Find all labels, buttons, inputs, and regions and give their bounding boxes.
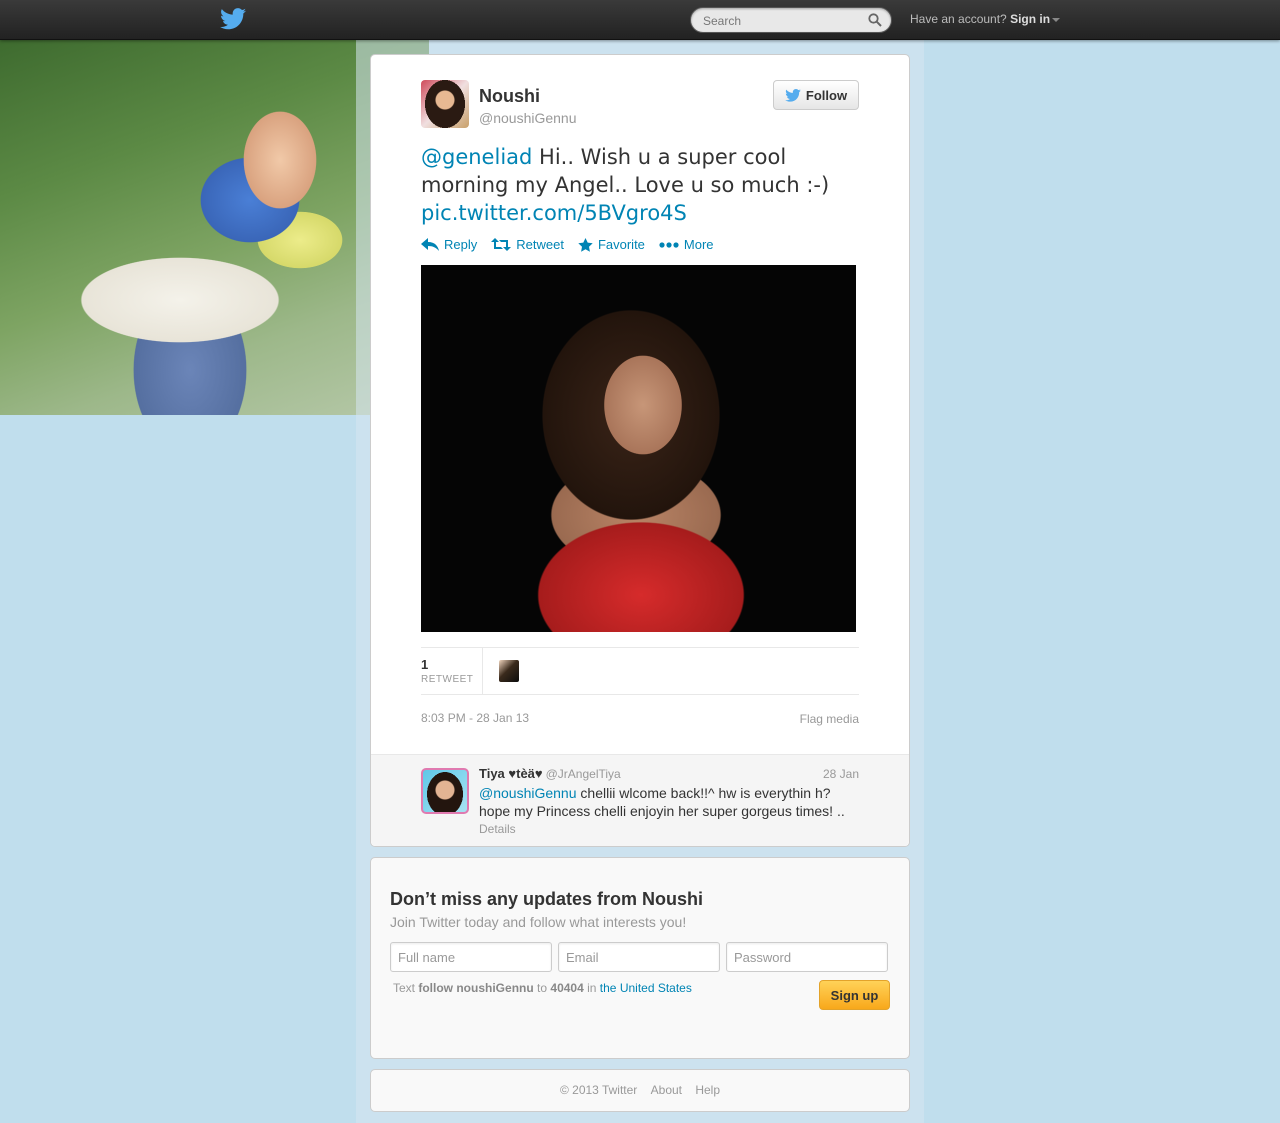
account-prompt: Have an account? Sign in <box>910 12 1061 26</box>
retweet-count-label: RETWEET <box>421 674 474 685</box>
sms-text: Text <box>393 981 416 995</box>
reply-author-avatar[interactable] <box>421 768 469 814</box>
signup-title: Don’t miss any updates from Noushi <box>390 889 704 909</box>
about-link[interactable]: About <box>651 1083 682 1097</box>
twitter-bird-icon[interactable] <box>220 8 246 30</box>
retweet-icon <box>491 238 512 251</box>
reply-author[interactable]: Tiya ♥tèä♥ @JrAngelTiya <box>479 766 621 781</box>
more-dots-icon <box>659 241 679 248</box>
more-label: More <box>683 237 714 252</box>
tweet-actions: Reply Retweet Favorite More <box>421 237 714 252</box>
follow-button[interactable]: Follow <box>773 80 859 110</box>
reply-details-link[interactable]: Details <box>479 822 516 836</box>
flag-media-link[interactable]: Flag media <box>800 712 859 726</box>
sms-number: 40404 <box>550 981 584 995</box>
reply-tweet: Tiya ♥tèä♥ @JrAngelTiya 28 Jan @noushiGen… <box>371 754 909 846</box>
reply-author-name[interactable]: Tiya ♥tèä♥ <box>479 766 543 781</box>
signup-subtitle: Join Twitter today and follow what inter… <box>390 914 687 930</box>
fullname-field[interactable] <box>390 942 552 972</box>
tweet-timestamp: 8:03 PM - 28 Jan 13 <box>421 711 530 725</box>
reply-date[interactable]: 28 Jan <box>823 767 859 781</box>
author-name[interactable]: Noushi <box>479 86 540 107</box>
reply-mention-link[interactable]: @noushiGennu <box>479 785 577 801</box>
retweeter-avatar[interactable] <box>499 660 519 682</box>
tweet-stats: 1 RETWEET <box>421 647 859 695</box>
chevron-down-icon[interactable] <box>1052 17 1061 22</box>
twitter-bird-icon <box>785 88 801 102</box>
reply-author-handle[interactable]: @JrAngelTiya <box>546 767 621 781</box>
media-link[interactable]: pic.twitter.com/5BVgro4S <box>421 201 687 225</box>
search-input[interactable] <box>703 12 863 29</box>
stats-divider <box>482 648 483 694</box>
reply-label: Reply <box>444 237 478 252</box>
sms-follow-text: Text follow noushiGennu to 40404 in the … <box>393 981 692 995</box>
follow-button-label: Follow <box>805 87 848 103</box>
more-action[interactable]: More <box>659 237 714 252</box>
footer-card: © 2013 Twitter About Help <box>370 1069 910 1112</box>
favorite-action[interactable]: Favorite <box>578 237 645 252</box>
sms-to: to <box>537 981 548 995</box>
signup-button[interactable]: Sign up <box>819 980 890 1010</box>
sms-command: follow noushiGennu <box>418 981 534 995</box>
tweet-media-photo[interactable] <box>421 265 856 632</box>
mention-link[interactable]: @geneliad <box>421 145 532 169</box>
top-navigation-bar: Have an account? Sign in <box>0 0 1280 40</box>
reply-icon <box>421 238 439 251</box>
help-link[interactable]: Help <box>695 1083 720 1097</box>
permalink-tweet-card: Noushi @noushiGennu Follow @geneliad Hi.… <box>370 54 910 847</box>
reply-text: @noushiGennu chellii wlcome back!!^ hw i… <box>479 784 859 820</box>
star-icon <box>578 237 593 252</box>
reply-action[interactable]: Reply <box>421 237 477 252</box>
favorite-label: Favorite <box>597 237 645 252</box>
retweet-count[interactable]: 1 <box>421 657 428 672</box>
author-handle[interactable]: @noushiGennu <box>479 110 577 126</box>
sms-country-link[interactable]: the United States <box>600 981 692 995</box>
password-field[interactable] <box>726 942 888 972</box>
search-icon[interactable] <box>868 13 882 27</box>
email-field[interactable] <box>558 942 720 972</box>
retweet-action[interactable]: Retweet <box>491 237 564 252</box>
retweet-label: Retweet <box>516 237 564 252</box>
sign-in-link[interactable]: Sign in <box>1010 12 1050 26</box>
copyright: © 2013 Twitter <box>559 1083 638 1097</box>
sms-in: in <box>587 981 597 995</box>
search-box[interactable] <box>690 7 892 33</box>
account-prefix: Have an account? <box>910 12 1007 26</box>
tweet-text: @geneliad Hi.. Wish u a super cool morni… <box>421 143 861 227</box>
footer: © 2013 Twitter About Help <box>371 1083 909 1097</box>
author-avatar[interactable] <box>421 80 469 128</box>
signup-card: Don’t miss any updates from Noushi Join … <box>370 857 910 1059</box>
